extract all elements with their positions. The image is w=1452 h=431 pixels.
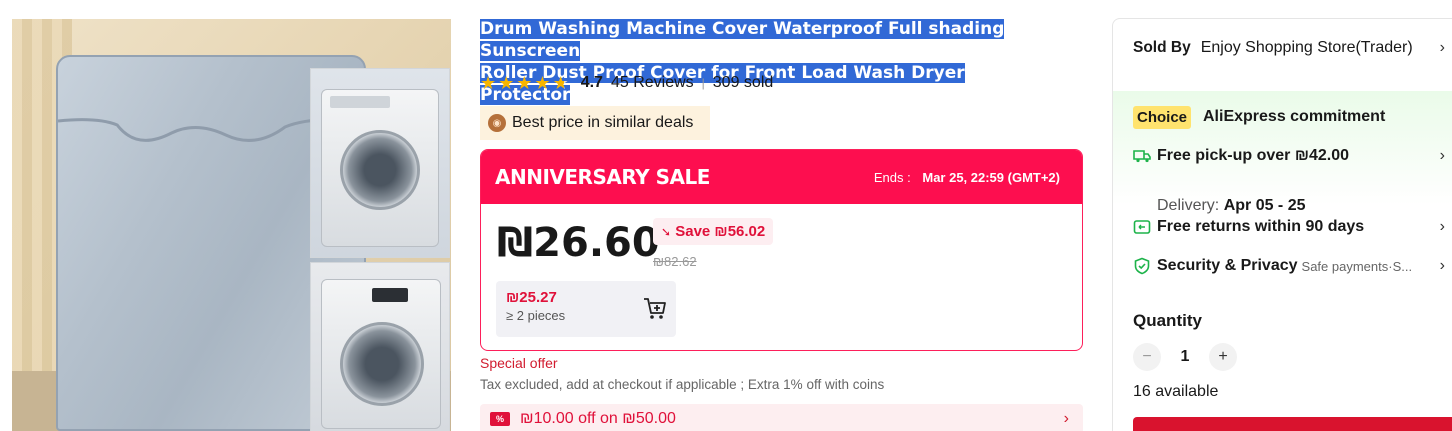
chevron-right-icon: › bbox=[1439, 218, 1445, 235]
delivery-label: Delivery: bbox=[1157, 197, 1220, 214]
security-row[interactable]: Security & Privacy Safe payments·S... › bbox=[1133, 257, 1445, 275]
shield-icon bbox=[1134, 257, 1150, 275]
quantity-label: Quantity bbox=[1133, 311, 1202, 330]
seller-row[interactable]: Sold By Enjoy Shopping Store(Trader) › bbox=[1133, 39, 1445, 57]
product-main-image[interactable] bbox=[12, 19, 451, 431]
star-icon: ★ bbox=[498, 73, 515, 93]
choice-badge: Choice bbox=[1133, 106, 1192, 129]
best-price-badge: ◉ Best price in similar deals bbox=[480, 106, 710, 140]
coupon-bar[interactable]: % ₪10.00 off on ₪50.00 › bbox=[480, 404, 1083, 431]
best-price-label: Best price in similar deals bbox=[512, 114, 694, 131]
truck-icon bbox=[1133, 150, 1151, 163]
commitment-box: Choice AliExpress commitment Free pick-u… bbox=[1113, 91, 1452, 298]
sale-ends-value: Mar 25, 22:59 (GMT+2) bbox=[922, 169, 1060, 185]
return-icon bbox=[1133, 220, 1151, 234]
down-arrow-icon: ➘ bbox=[661, 225, 672, 239]
rating-stars: ★ ★ ★ ★ ★ bbox=[480, 74, 569, 92]
security-text: Security & Privacy bbox=[1157, 257, 1298, 274]
sold-by-label: Sold By bbox=[1133, 39, 1191, 56]
store-name: Enjoy Shopping Store(Trader) bbox=[1200, 39, 1413, 56]
purchase-panel: Sold By Enjoy Shopping Store(Trader) › C… bbox=[1112, 18, 1452, 431]
save-label: Save ₪56.02 bbox=[675, 223, 766, 240]
divider: | bbox=[701, 76, 705, 90]
save-badge: ➘ Save ₪56.02 bbox=[653, 218, 774, 245]
sale-ends: Ends : Mar 25, 22:59 (GMT+2) bbox=[874, 170, 1060, 185]
delivery-dates: Apr 05 - 25 bbox=[1223, 197, 1306, 214]
returns-text: Free returns within 90 days bbox=[1157, 218, 1365, 235]
original-price: ₪82.62 bbox=[653, 254, 697, 269]
coupon-text: ₪10.00 off on ₪50.00 bbox=[520, 410, 676, 427]
quantity-increase-button[interactable]: + bbox=[1209, 343, 1237, 371]
star-icon: ★ bbox=[534, 73, 551, 93]
half-star-icon: ★ bbox=[552, 73, 569, 93]
sale-name: ANNIVERSARY SALE bbox=[495, 165, 710, 189]
delivery-info: Delivery: Apr 05 - 25 bbox=[1157, 197, 1306, 215]
price-tag-icon: ◉ bbox=[488, 114, 506, 132]
washer-drawing bbox=[321, 89, 439, 247]
chevron-right-icon: › bbox=[1439, 39, 1445, 56]
quantity-value[interactable]: 1 bbox=[1161, 348, 1209, 366]
pickup-text: Free pick-up over ₪42.00 bbox=[1157, 147, 1349, 164]
chevron-right-icon: › bbox=[1063, 410, 1069, 427]
rating-row: ★ ★ ★ ★ ★ 4.7 45 Reviews | 309 sold bbox=[480, 72, 773, 94]
returns-row[interactable]: Free returns within 90 days › bbox=[1133, 218, 1445, 236]
rating-value: 4.7 bbox=[580, 74, 603, 91]
washer-inset-image-2 bbox=[310, 262, 450, 431]
star-icon: ★ bbox=[516, 73, 533, 93]
washer-inset-image-1 bbox=[310, 68, 450, 258]
chevron-right-icon: › bbox=[1439, 147, 1445, 164]
pickup-row[interactable]: Free pick-up over ₪42.00 › bbox=[1133, 147, 1445, 165]
sale-header: ANNIVERSARY SALE Ends : Mar 25, 22:59 (G… bbox=[481, 150, 1082, 204]
available-count: 16 available bbox=[1133, 383, 1219, 400]
commitment-title: AliExpress commitment bbox=[1203, 108, 1386, 125]
add-to-cart-icon[interactable] bbox=[642, 295, 668, 321]
sale-price-box: ANNIVERSARY SALE Ends : Mar 25, 22:59 (G… bbox=[480, 149, 1083, 351]
coupon-icon: % bbox=[490, 412, 510, 426]
reviews-link[interactable]: 45 Reviews bbox=[611, 74, 694, 92]
tax-note: Tax excluded, add at checkout if applica… bbox=[480, 377, 885, 392]
washer-drawing bbox=[321, 279, 441, 429]
sold-count: 309 sold bbox=[712, 74, 774, 91]
special-offer-label: Special offer bbox=[480, 355, 558, 371]
security-subtext: Safe payments·S... bbox=[1301, 258, 1413, 274]
chevron-right-icon: › bbox=[1439, 257, 1445, 274]
buy-now-button[interactable] bbox=[1133, 417, 1452, 431]
current-price: ₪26.60 bbox=[497, 220, 660, 266]
quantity-decrease-button[interactable]: − bbox=[1133, 343, 1161, 371]
product-title-line-1: Drum Washing Machine Cover Waterproof Fu… bbox=[480, 19, 1005, 61]
tier-price-box[interactable]: ₪25.27 ≥ 2 pieces bbox=[496, 281, 676, 337]
quantity-stepper: − 1 + bbox=[1133, 343, 1237, 371]
sale-ends-label: Ends : bbox=[873, 169, 911, 185]
star-icon: ★ bbox=[480, 73, 497, 93]
